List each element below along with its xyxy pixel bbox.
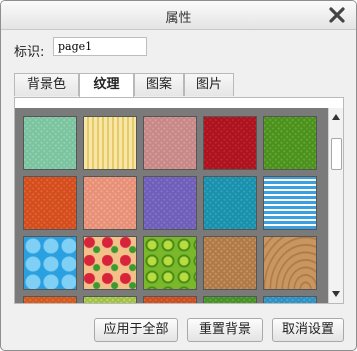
texture-tile-orange-check[interactable] — [23, 176, 77, 230]
tab-texture[interactable]: 纹理 — [79, 73, 134, 98]
reset-background-button[interactable]: 重置背景 — [187, 318, 263, 342]
vertical-scrollbar[interactable] — [328, 108, 343, 303]
texture-tile-tan-weave[interactable] — [203, 236, 257, 290]
dialog-title: 属性 — [165, 11, 192, 26]
tab-pattern[interactable]: 图案 — [134, 73, 184, 96]
texture-tile-teal-check[interactable] — [203, 176, 257, 230]
triangle-down-icon — [332, 291, 340, 297]
tab-background-color[interactable]: 背景色 — [14, 73, 79, 96]
properties-dialog: 属性 标识: 背景色 纹理 图案 图片 应用于全部 重置背景 取消设置 — [0, 0, 357, 351]
title-bar: 属性 — [1, 1, 356, 30]
texture-tile-blue-stripes[interactable] — [263, 176, 317, 230]
apply-to-all-button[interactable]: 应用于全部 — [94, 318, 178, 342]
texture-tile-wood-grain[interactable] — [263, 236, 317, 290]
texture-tile-orange2-row5[interactable] — [143, 296, 197, 303]
texture-tile-green-circles[interactable] — [143, 236, 197, 290]
texture-tile-salmon-check[interactable] — [83, 176, 137, 230]
scroll-down-arrow[interactable] — [329, 287, 343, 301]
texture-tile-blue-row5[interactable] — [263, 296, 317, 303]
scroll-up-arrow[interactable] — [329, 110, 343, 124]
scroll-thumb[interactable] — [331, 138, 342, 170]
id-input[interactable] — [53, 37, 147, 56]
texture-grid — [15, 108, 328, 303]
tab-image[interactable]: 图片 — [184, 73, 234, 96]
texture-tile-blue-stars[interactable] — [23, 236, 77, 290]
texture-tile-rose-check[interactable] — [143, 116, 197, 170]
texture-tile-green-row5[interactable] — [203, 296, 257, 303]
texture-tile-green-check[interactable] — [263, 116, 317, 170]
texture-tile-mint-check[interactable] — [23, 116, 77, 170]
id-label: 标识: — [14, 45, 45, 60]
close-button[interactable] — [326, 4, 348, 26]
texture-tile-orange-row5[interactable] — [23, 296, 77, 303]
texture-tile-strawberry[interactable] — [83, 236, 137, 290]
cancel-settings-button[interactable]: 取消设置 — [272, 318, 344, 342]
texture-tile-lime-row5[interactable] — [83, 296, 137, 303]
texture-tile-purple-check[interactable] — [143, 176, 197, 230]
close-icon — [329, 7, 345, 23]
triangle-up-icon — [332, 114, 340, 120]
texture-tile-cream-stripes[interactable] — [83, 116, 137, 170]
texture-panel — [14, 97, 344, 304]
texture-tile-red-check[interactable] — [203, 116, 257, 170]
